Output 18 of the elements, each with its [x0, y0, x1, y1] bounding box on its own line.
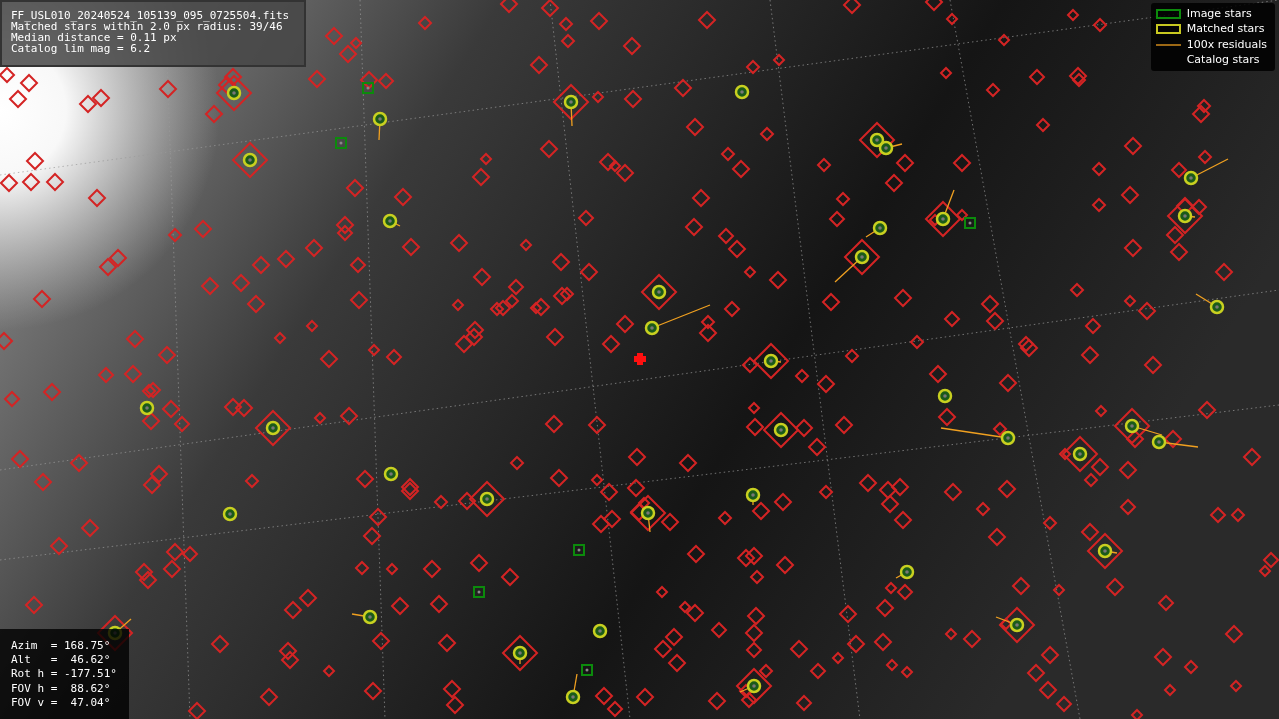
pointing-value: = 168.75°	[49, 639, 111, 652]
info-line: FF_USL010_20240524_105139_095_0725504.fits	[11, 10, 291, 21]
legend-label: 100x residuals	[1186, 36, 1267, 53]
pointing-value: = 46.62°	[49, 653, 111, 667]
pointing-value: = 47.04°	[49, 695, 111, 709]
legend-label: Image stars	[1186, 5, 1252, 22]
legend-label: Catalog stars	[1186, 52, 1260, 68]
pointing-label: Alt	[11, 653, 32, 667]
pointing-label: FOV h	[11, 681, 45, 695]
legend-label: Matched stars	[1186, 21, 1265, 37]
pointing-value: = 88.62°	[49, 681, 111, 695]
info-line: Matched stars within 2.0 px radius: 39/46	[11, 21, 283, 32]
pointing-label: Rot h	[11, 667, 45, 681]
info-line: Catalog lim mag = 6.2	[11, 43, 152, 54]
pointing-label: FOV v	[11, 695, 45, 709]
pointing-value: = -177.51°	[49, 667, 117, 681]
pointing-label: Azim	[11, 639, 39, 652]
info-line: Median distance = 0.11 px	[11, 32, 177, 43]
